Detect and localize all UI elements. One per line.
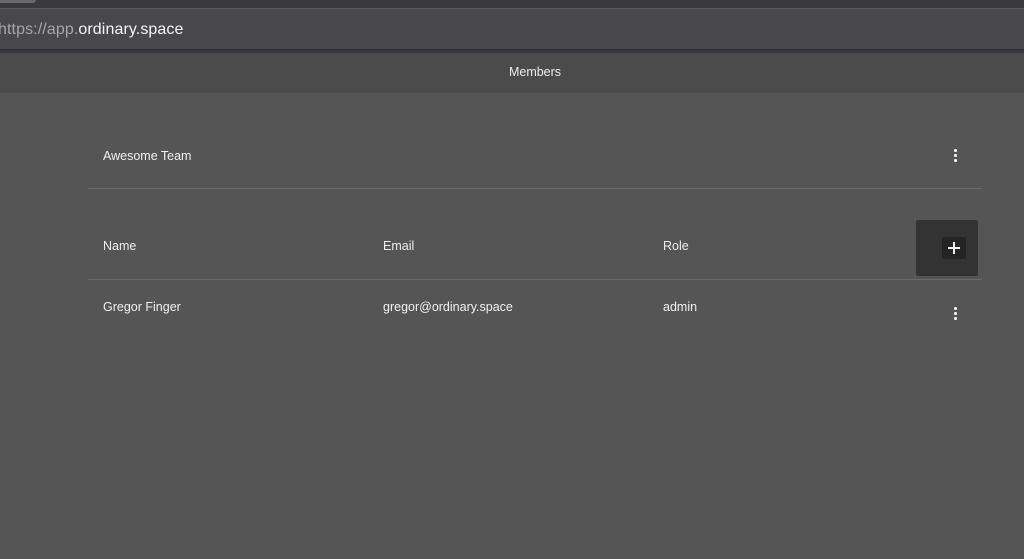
page-title: Members <box>508 65 562 79</box>
browser-tab[interactable] <box>0 0 36 3</box>
address-bar[interactable]: https://app.ordinary.space <box>0 8 1024 50</box>
table-row: Gregor Finger gregor@ordinary.space admi… <box>88 280 982 346</box>
column-header-email: Email <box>383 239 415 253</box>
browser-tab-strip <box>0 0 1024 8</box>
table-header: Name Email Role <box>88 219 982 280</box>
column-header-name: Name <box>103 239 137 253</box>
plus-icon <box>942 237 966 259</box>
team-more-vert-icon[interactable] <box>945 143 965 167</box>
member-role: admin <box>663 300 698 314</box>
member-email: gregor@ordinary.space <box>383 300 513 314</box>
url-domain: ordinary.space <box>78 21 184 38</box>
column-header-role: Role <box>663 239 689 253</box>
url-scheme: https:// <box>0 21 47 38</box>
team-name: Awesome Team <box>103 149 192 163</box>
add-member-button[interactable] <box>916 220 978 276</box>
app-header: Members <box>0 53 1024 93</box>
member-name: Gregor Finger <box>103 300 181 314</box>
row-more-vert-icon[interactable] <box>945 301 965 325</box>
address-bar-url[interactable]: https://app.ordinary.space <box>0 21 184 39</box>
team-row: Awesome Team <box>88 123 982 189</box>
url-subdomain: app. <box>46 21 79 38</box>
